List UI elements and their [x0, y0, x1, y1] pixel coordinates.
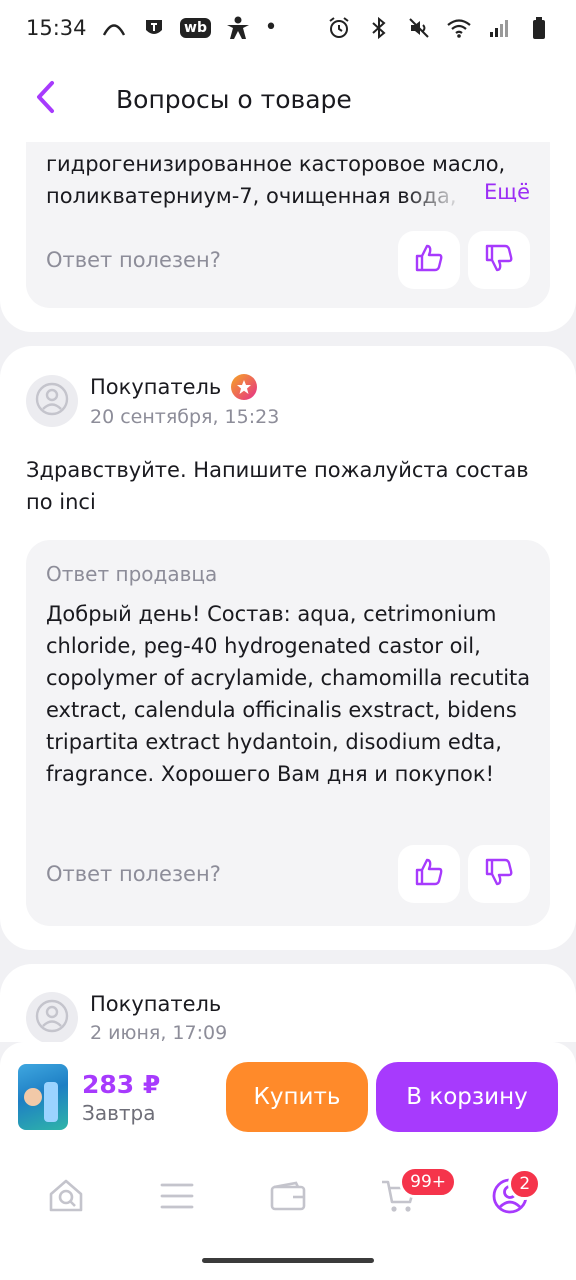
home-icon [46, 1176, 86, 1220]
user-icon [34, 998, 70, 1038]
questions-list[interactable]: гидрогенизированное касторовое масло, по… [0, 142, 576, 1042]
bottom-nav: 99+ 2 [0, 1152, 576, 1244]
helpful-row: Ответ полезен? [46, 844, 530, 904]
user-icon [34, 381, 70, 421]
helpful-label: Ответ полезен? [46, 862, 221, 886]
app-bar: Вопросы о товаре [0, 56, 576, 142]
thumbs-down-icon [484, 857, 514, 891]
chevron-left-icon [34, 80, 56, 118]
status-bar: 15:34 wb • [0, 0, 576, 56]
battery-icon [526, 15, 552, 41]
wb-app-label: wb [180, 18, 212, 38]
product-thumbnail[interactable] [18, 1064, 68, 1130]
cart-count-badge: 99+ [399, 1166, 458, 1198]
thumbs-up-button[interactable] [398, 231, 460, 289]
thumbs-up-icon [414, 857, 444, 891]
helpful-label: Ответ полезен? [46, 248, 221, 272]
arc-icon [101, 15, 127, 41]
buy-bar: 283 ₽ Завтра Купить В корзину [0, 1042, 576, 1152]
page-title: Вопросы о товаре [116, 84, 352, 114]
question-card: гидрогенизированное касторовое масло, по… [0, 142, 576, 332]
more-link[interactable]: Ещё [466, 180, 530, 204]
back-button[interactable] [0, 56, 90, 142]
home-gesture-bar[interactable] [202, 1258, 374, 1263]
mute-icon [406, 15, 432, 41]
signal-icon [486, 15, 512, 41]
seller-answer: гидрогенизированное касторовое масло, по… [26, 142, 550, 308]
thumbs-up-button[interactable] [398, 845, 460, 903]
wifi-icon [446, 15, 472, 41]
text-fade [404, 180, 464, 212]
answer-text: Добрый день! Состав: aqua, cetrimonium c… [46, 602, 531, 786]
status-time: 15:34 [26, 16, 87, 40]
author-name: Покупатель [90, 375, 222, 399]
nav-profile[interactable]: 2 [470, 1158, 550, 1238]
thumbs-down-button[interactable] [468, 845, 530, 903]
avatar [26, 992, 78, 1042]
profile-notification-badge: 2 [508, 1168, 542, 1200]
person-app-icon [225, 15, 251, 41]
answer-label: Ответ продавца [46, 562, 218, 586]
alarm-icon [326, 15, 352, 41]
buy-now-button[interactable]: Купить [226, 1062, 368, 1132]
nav-home[interactable] [26, 1158, 106, 1238]
menu-icon [159, 1181, 195, 1215]
product-price: 283 ₽ [82, 1069, 161, 1099]
author-name: Покупатель [90, 992, 222, 1016]
dot-icon: • [264, 15, 278, 40]
author-row: Покупатель 2 июня, 17:09 [26, 992, 227, 1042]
gesture-area [0, 1244, 576, 1280]
seller-answer: Ответ продавца Добрый день! Состав: aqua… [26, 540, 550, 926]
nav-cart[interactable]: 99+ [359, 1158, 458, 1238]
wallet-icon [269, 1180, 307, 1216]
thumbs-down-button[interactable] [468, 231, 530, 289]
shield-app-icon [141, 15, 167, 41]
question-date: 2 июня, 17:09 [90, 1022, 228, 1042]
star-badge-icon [231, 374, 258, 400]
nav-catalog[interactable] [137, 1158, 217, 1238]
thumbs-down-icon [484, 243, 514, 277]
thumbs-up-icon [414, 243, 444, 277]
question-text: Здравствуйте. Напишите пожалуйста состав… [26, 458, 529, 514]
bluetooth-icon [366, 15, 392, 41]
question-card: Покупатель 2 июня, 17:09 [0, 964, 576, 1042]
helpful-row: Ответ полезен? [46, 230, 530, 290]
question-card: Покупатель 20 сентября, 15:23 Здравствуй… [0, 346, 576, 950]
author-row: Покупатель 20 сентября, 15:23 [26, 374, 279, 428]
add-to-cart-button[interactable]: В корзину [376, 1062, 558, 1132]
nav-wallet[interactable] [248, 1158, 328, 1238]
question-date: 20 сентября, 15:23 [90, 406, 280, 428]
delivery-date: Завтра [82, 1100, 156, 1125]
avatar [26, 375, 78, 427]
wb-app-icon: wb [180, 15, 212, 41]
